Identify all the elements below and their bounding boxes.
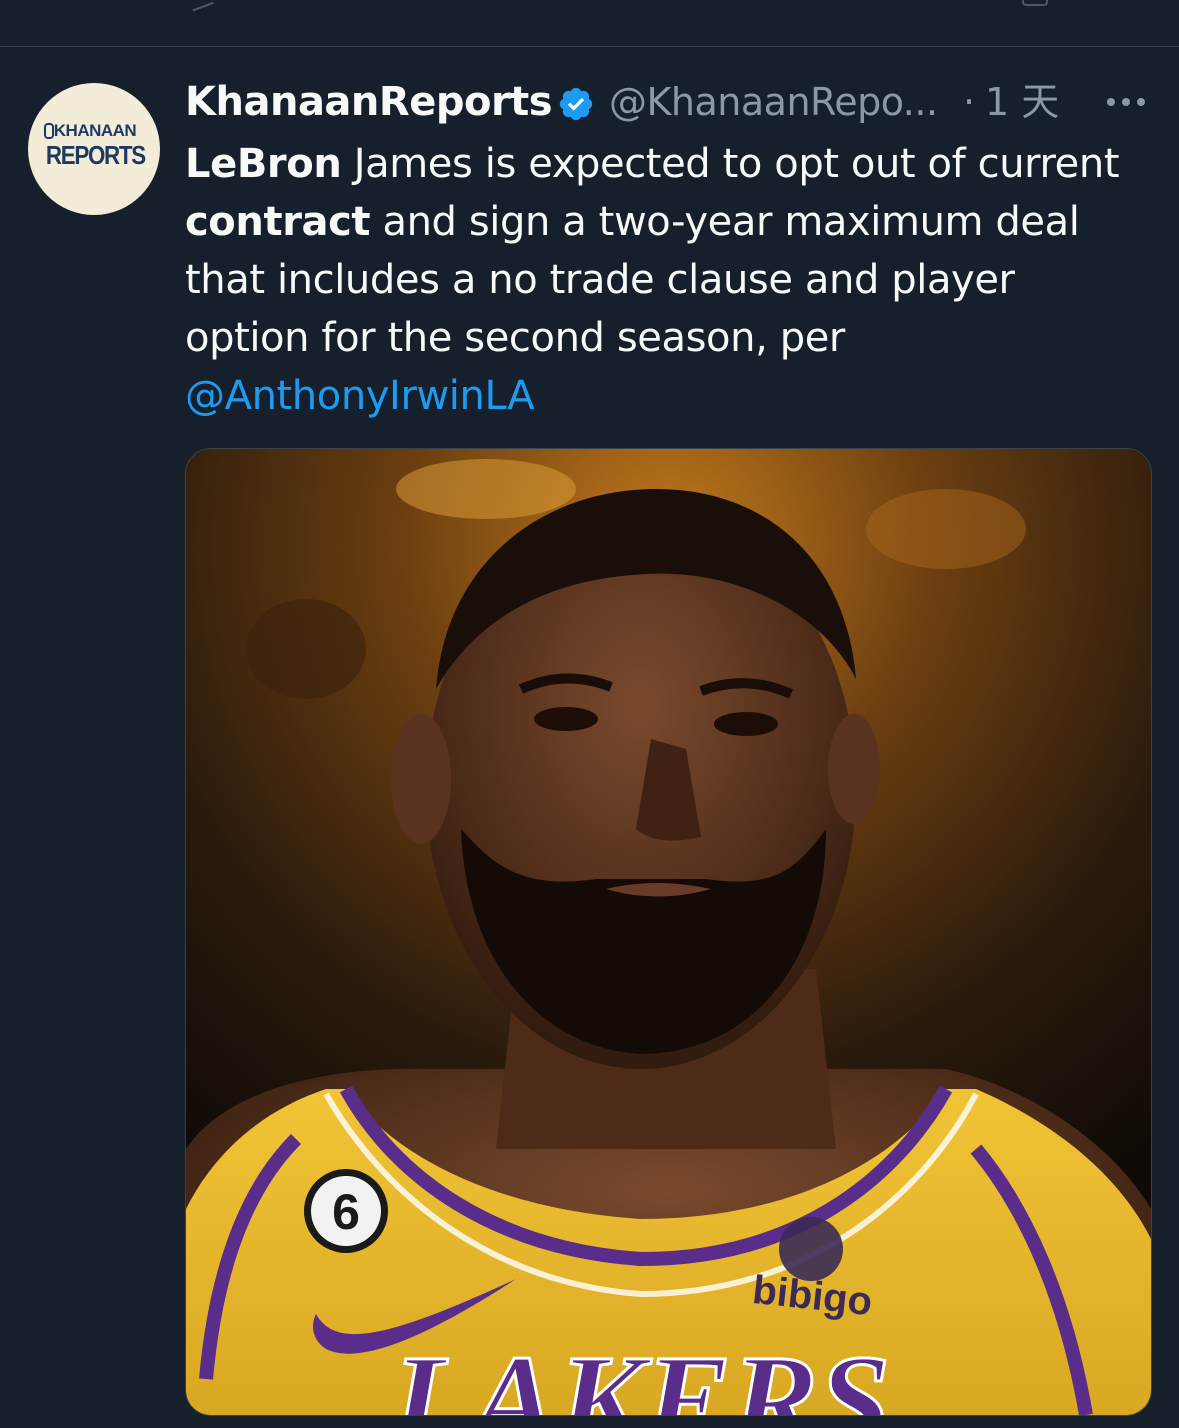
jersey-number: 6 <box>332 1184 360 1240</box>
tweet-text: LeBron James is expected to opt out of c… <box>185 135 1150 425</box>
separator-dot: · <box>963 80 976 124</box>
avatar-logo-line1: KHANAAN <box>53 121 137 140</box>
avatar-logo-line2: REPORTS <box>45 140 146 170</box>
team-lettering: LAKERS <box>391 1329 891 1415</box>
verified-badge-icon <box>559 87 593 121</box>
more-horizontal-icon[interactable] <box>1103 87 1149 117</box>
top-navigation-bar <box>0 0 1179 47</box>
avatar[interactable]: KHANAAN REPORTS <box>28 83 160 215</box>
tweet-timestamp[interactable]: 1 天 <box>985 77 1059 127</box>
author-handle[interactable]: @KhanaanRepo... <box>609 77 938 127</box>
tweet-text-bold-contract: contract <box>185 199 371 245</box>
mention-link[interactable]: @AnthonyIrwinLA <box>185 373 535 419</box>
back-arrow-icon[interactable] <box>188 0 214 12</box>
tweet-text-part1: James is expected to opt out of current <box>341 141 1120 187</box>
share-icon[interactable] <box>1022 0 1048 6</box>
player-photo: 6 bibigo LAKERS <box>186 449 1151 1415</box>
tweet-card[interactable]: KHANAAN REPORTS KhanaanReports @KhanaanR… <box>0 47 1179 1428</box>
tweet-text-bold-lebron: LeBron <box>185 141 342 187</box>
tweet-header: KhanaanReports @KhanaanRepo... · 1 天 <box>185 77 1165 127</box>
tweet-media-image[interactable]: 6 bibigo LAKERS <box>185 448 1152 1416</box>
author-display-name[interactable]: KhanaanReports <box>185 77 553 127</box>
